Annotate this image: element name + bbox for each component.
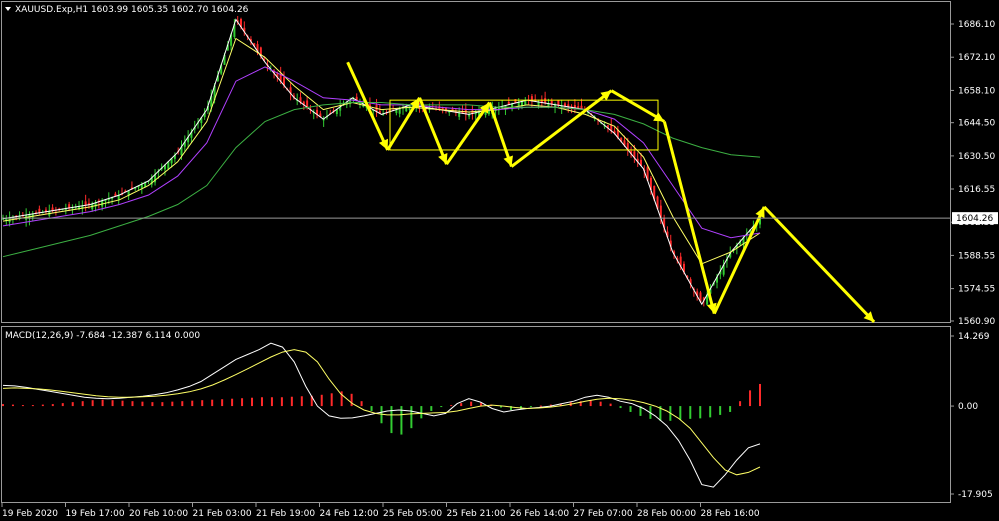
macd-histogram-bar: [410, 406, 413, 429]
macd-histogram-bar: [470, 401, 473, 407]
macd-histogram-bar: [31, 405, 34, 407]
symbol-info: XAUUSD.Exp,H1 1603.99 1605.35 1602.70 16…: [15, 5, 249, 15]
macd-histogram-bar: [709, 406, 712, 418]
macd-histogram-bar: [251, 397, 254, 407]
macd-tick-label: 14.269: [958, 332, 990, 342]
macd-tick-label: 0.00: [958, 402, 978, 412]
time-tick-label: 24 Feb 12:00: [320, 509, 379, 519]
macd-histogram-bar: [91, 400, 94, 407]
macd-histogram-bar: [241, 398, 244, 407]
time-tick-label: 27 Feb 07:00: [574, 509, 633, 519]
macd-histogram-bar: [699, 406, 702, 419]
macd-histogram-bar: [270, 397, 273, 407]
macd-histogram-bar: [360, 401, 363, 407]
macd-histogram-bar: [61, 403, 64, 407]
current-price-label: 1604.26: [956, 214, 993, 224]
time-tick-label: 25 Feb 21:00: [447, 509, 506, 519]
price-tick-label: 1658.10: [958, 86, 995, 96]
macd-histogram-bar: [609, 403, 612, 407]
price-tick-label: 1672.10: [958, 53, 995, 63]
macd-histogram-bar: [171, 401, 174, 407]
macd-histogram-bar: [181, 401, 184, 407]
chart-canvas[interactable]: XAUUSD.Exp,H1 1603.99 1605.35 1602.70 16…: [0, 0, 999, 521]
macd-histogram-bar: [320, 394, 323, 407]
price-tick-label: 1686.10: [958, 20, 995, 30]
macd-histogram-bar: [420, 406, 423, 419]
macd-histogram-bar: [450, 405, 453, 407]
macd-histogram-bar: [679, 406, 682, 420]
macd-histogram-bar: [539, 405, 542, 407]
macd-histogram-bar: [290, 396, 293, 407]
macd-histogram-bar: [330, 393, 333, 407]
macd-histogram-bar: [151, 402, 154, 407]
macd-histogram-bar: [460, 403, 463, 407]
time-tick-label: 28 Feb 16:00: [701, 509, 760, 519]
macd-histogram-bar: [689, 406, 692, 419]
macd-histogram-bar: [729, 406, 732, 412]
macd-histogram-bar: [599, 401, 602, 407]
macd-histogram-bar: [21, 405, 24, 407]
macd-histogram-bar: [440, 406, 443, 408]
time-tick-label: 21 Feb 19:00: [256, 509, 315, 519]
price-tick-label: 1630.50: [958, 152, 995, 162]
macd-histogram-bar: [260, 397, 263, 407]
time-tick-label: 20 Feb 10:00: [129, 509, 188, 519]
macd-histogram-bar: [759, 383, 761, 407]
macd-histogram-bar: [141, 401, 144, 407]
price-tick-label: 1616.55: [958, 185, 995, 195]
time-tick-label: 28 Feb 00:00: [637, 509, 696, 519]
macd-histogram-bar: [121, 400, 124, 407]
macd-histogram-bar: [81, 401, 84, 407]
macd-tick-label: -17.905: [958, 490, 993, 500]
macd-label: MACD(12,26,9) -7.684 -12.387 6.114 0.000: [5, 331, 200, 341]
macd-histogram-bar: [629, 406, 632, 412]
macd-histogram-bar: [430, 406, 433, 411]
macd-histogram-bar: [719, 406, 722, 415]
macd-histogram-bar: [2, 404, 4, 407]
macd-histogram-bar: [161, 402, 164, 407]
macd-histogram-bar: [191, 400, 194, 407]
time-tick-label: 19 Feb 17:00: [66, 509, 125, 519]
macd-histogram-bar: [131, 401, 134, 407]
macd-histogram-bar: [51, 404, 54, 407]
candle-body: [398, 108, 401, 114]
macd-histogram-bar: [749, 390, 752, 407]
macd-histogram-bar: [589, 400, 592, 407]
time-tick-label: 21 Feb 03:00: [193, 509, 252, 519]
price-tick-label: 1588.55: [958, 251, 995, 261]
macd-histogram-bar: [111, 400, 114, 407]
time-tick-label: 26 Feb 14:00: [510, 509, 569, 519]
macd-histogram-bar: [350, 393, 353, 407]
macd-histogram-bar: [619, 406, 622, 409]
time-tick-label: 19 Feb 2020: [2, 509, 58, 519]
macd-histogram-bar: [370, 406, 373, 411]
price-tick-label: 1560.90: [958, 317, 995, 327]
macd-histogram-bar: [529, 406, 532, 408]
macd-histogram-bar: [739, 401, 742, 407]
macd-histogram-bar: [101, 399, 104, 407]
macd-histogram-bar: [221, 399, 224, 407]
price-tick-label: 1644.50: [958, 119, 995, 129]
macd-histogram-bar: [71, 402, 74, 407]
candle-body: [557, 100, 560, 106]
macd-histogram-bar: [201, 400, 204, 407]
macd-histogram-bar: [231, 398, 234, 407]
price-tick-label: 1574.55: [958, 285, 995, 295]
macd-histogram-bar: [11, 404, 14, 407]
macd-histogram-bar: [41, 404, 44, 407]
macd-histogram-bar: [211, 399, 214, 407]
time-tick-label: 25 Feb 05:00: [383, 509, 442, 519]
macd-histogram-bar: [280, 397, 283, 407]
macd-histogram-bar: [300, 396, 303, 407]
candle-body: [524, 100, 527, 106]
